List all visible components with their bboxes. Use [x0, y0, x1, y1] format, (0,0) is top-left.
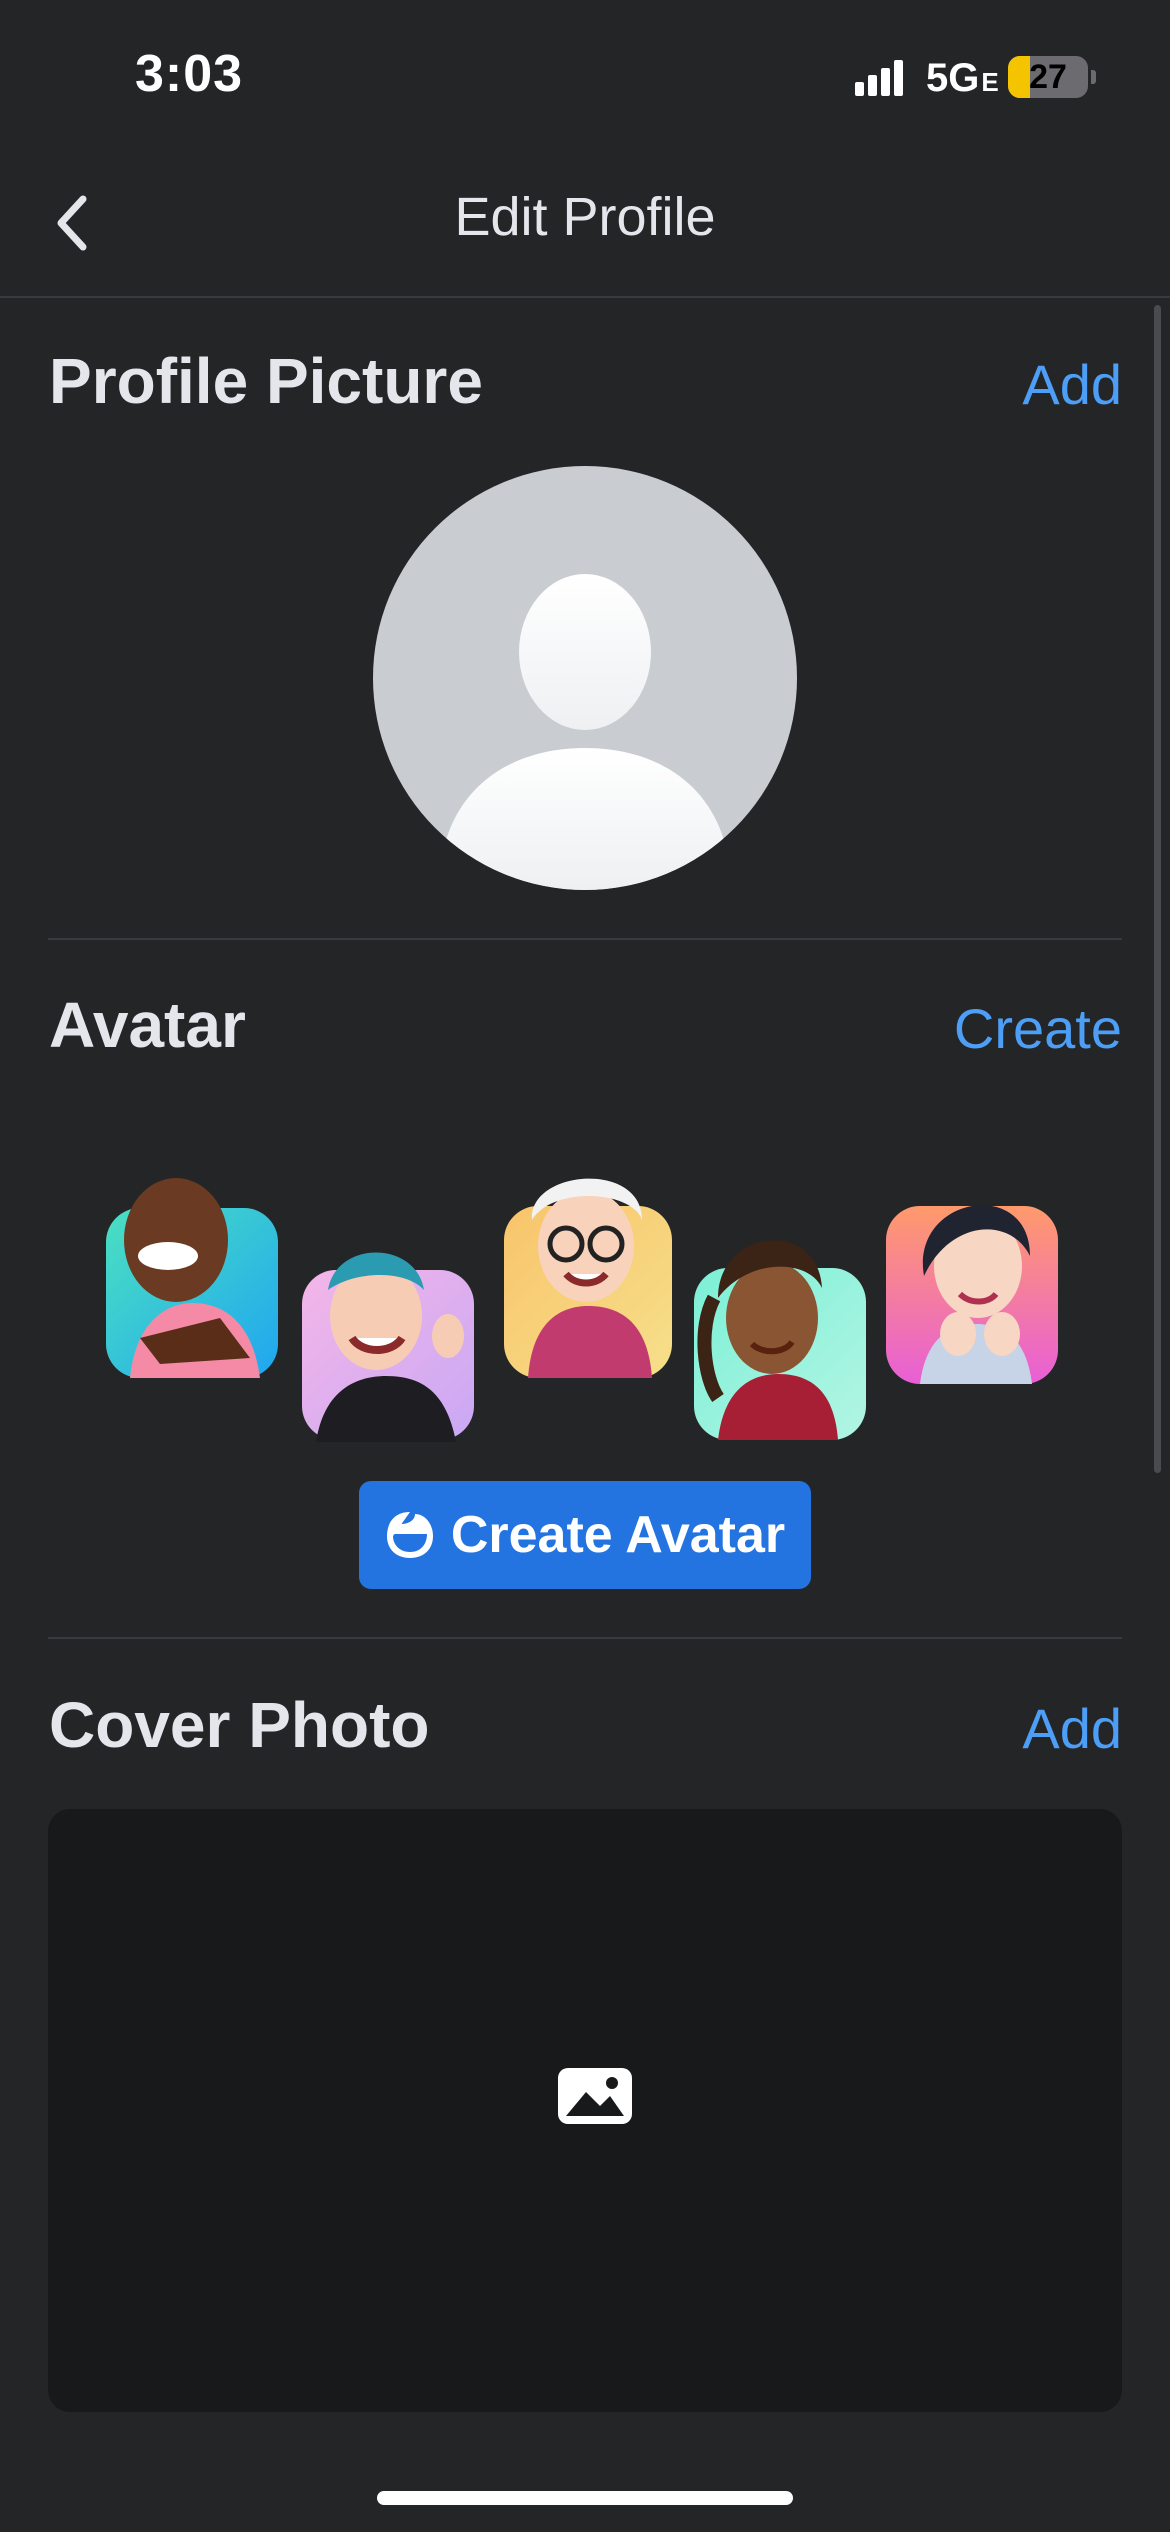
cover-photo-add-link[interactable]: Add: [1022, 1696, 1122, 1761]
status-time: 3:03: [135, 45, 244, 103]
signal-strength-icon: [855, 60, 903, 96]
battery-cap: [1091, 70, 1096, 84]
cover-photo-placeholder[interactable]: [48, 1809, 1122, 2412]
avatar-example-1: [106, 1178, 278, 1378]
avatar-face-icon: [386, 1512, 433, 1558]
default-avatar-silhouette-icon: [439, 574, 731, 890]
create-avatar-button[interactable]: Create Avatar: [359, 1481, 811, 1589]
battery-level: 27: [1029, 58, 1067, 96]
page-title: Edit Profile: [454, 187, 716, 247]
home-indicator[interactable]: [377, 2491, 793, 2505]
profile-picture-heading: Profile Picture: [49, 345, 483, 417]
nav-bar: Edit Profile: [0, 150, 1170, 298]
network-type: 5GE: [926, 56, 999, 100]
avatar-example-3: [504, 1178, 672, 1378]
avatar-example-5: [886, 1205, 1058, 1384]
avatar-create-link[interactable]: Create: [954, 996, 1122, 1061]
avatar-examples: [0, 1140, 1170, 1470]
cover-photo-heading: Cover Photo: [49, 1689, 430, 1761]
avatar-heading: Avatar: [49, 989, 246, 1061]
profile-picture-add-link[interactable]: Add: [1022, 352, 1122, 417]
image-icon: [558, 2068, 632, 2124]
avatar-example-2: [302, 1252, 474, 1442]
battery-icon: 27: [1008, 56, 1088, 98]
section-divider: [48, 938, 1122, 940]
section-divider: [48, 1637, 1122, 1639]
profile-picture-placeholder[interactable]: [373, 466, 797, 890]
status-bar: 3:03 5GE 27: [0, 0, 1170, 150]
create-avatar-label: Create Avatar: [450, 1506, 786, 1564]
avatar-example-4: [694, 1240, 866, 1440]
